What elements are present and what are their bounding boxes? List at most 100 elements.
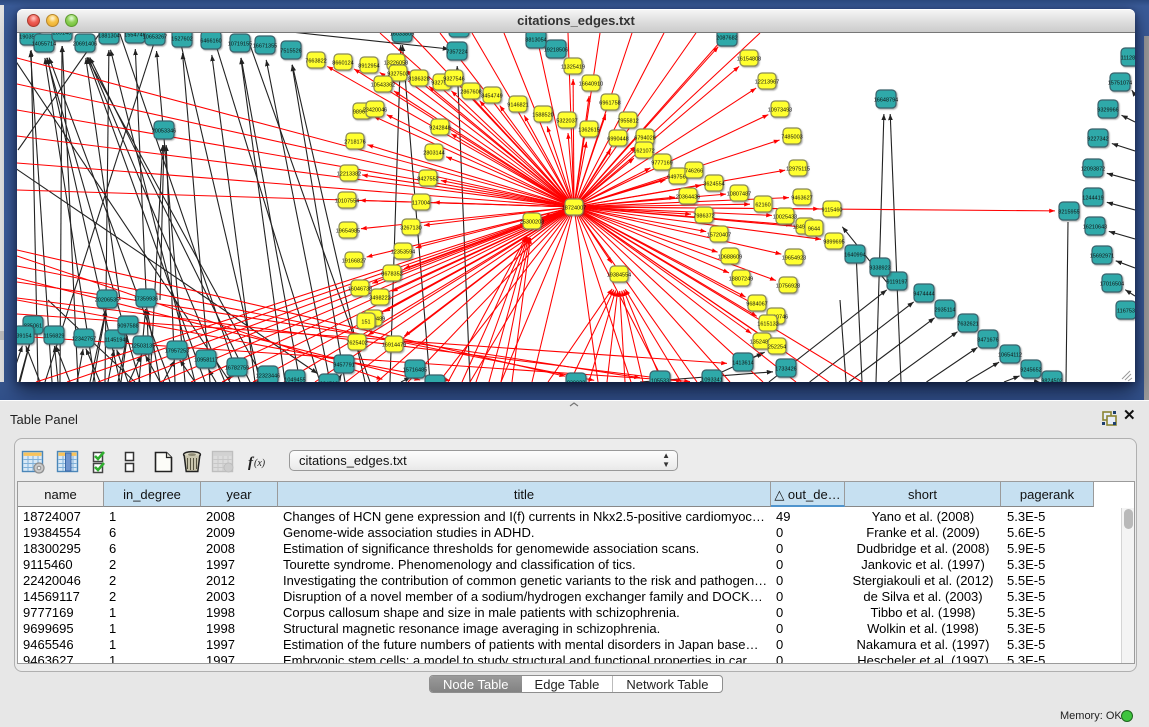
svg-text:1733426: 1733426 <box>775 367 796 373</box>
svg-text:8678352: 8678352 <box>381 272 402 278</box>
svg-text:6466160: 6466160 <box>200 39 221 45</box>
svg-text:12975115: 12975115 <box>786 167 810 173</box>
svg-text:7625402: 7625402 <box>346 341 367 347</box>
svg-text:2718176: 2718176 <box>344 140 365 146</box>
svg-text:1413614: 1413614 <box>732 361 753 367</box>
svg-text:20206535: 20206535 <box>95 298 119 304</box>
svg-text:151: 151 <box>361 320 370 326</box>
svg-text:11325419: 11325419 <box>561 65 585 71</box>
svg-text:9115460: 9115460 <box>821 208 842 214</box>
svg-text:9329966: 9329966 <box>1097 108 1118 114</box>
svg-text:8215955: 8215955 <box>1058 210 1079 216</box>
svg-text:1640994: 1640994 <box>844 253 865 259</box>
svg-text:9684067: 9684067 <box>746 302 767 308</box>
svg-text:7663822: 7663822 <box>305 59 326 65</box>
svg-text:16210643: 16210643 <box>1083 225 1107 231</box>
svg-text:116753: 116753 <box>1117 309 1135 315</box>
svg-text:9227342: 9227342 <box>1087 137 1108 143</box>
svg-text:3498222: 3498222 <box>369 296 390 302</box>
svg-text:10756928: 10756928 <box>776 284 800 290</box>
svg-text:7485003: 7485003 <box>781 135 802 141</box>
svg-text:2803144: 2803144 <box>423 151 444 157</box>
svg-text:12353594: 12353594 <box>391 250 415 256</box>
svg-text:9146821: 9146821 <box>507 103 528 109</box>
svg-text:7515526: 7515526 <box>280 49 301 55</box>
svg-text:6961758: 6961758 <box>599 101 620 107</box>
svg-text:7955812: 7955812 <box>617 119 638 125</box>
svg-text:10688609: 10688609 <box>718 255 742 261</box>
svg-text:12093872: 12093872 <box>1081 167 1105 173</box>
svg-text:16640910: 16640910 <box>579 82 603 88</box>
svg-text:9474444: 9474444 <box>913 292 934 298</box>
svg-text:12213382: 12213382 <box>337 172 361 178</box>
svg-text:9327546: 9327546 <box>443 77 464 83</box>
svg-text:16782759: 16782759 <box>225 366 249 372</box>
svg-text:8186328: 8186328 <box>408 77 429 83</box>
svg-text:10653267: 10653267 <box>143 35 167 41</box>
svg-text:10958117: 10958117 <box>194 358 218 364</box>
svg-text:1362615: 1362615 <box>578 128 599 134</box>
svg-text:3267130: 3267130 <box>400 226 421 232</box>
svg-text:9119197: 9119197 <box>886 280 907 286</box>
svg-text:20691406: 20691406 <box>73 42 97 48</box>
svg-text:17359936: 17359936 <box>134 297 158 303</box>
svg-text:19166827: 19166827 <box>342 259 366 265</box>
svg-text:8427552: 8427552 <box>417 177 438 183</box>
svg-text:39154: 39154 <box>17 334 32 340</box>
svg-text:25300203: 25300203 <box>520 220 544 226</box>
svg-text:9245652: 9245652 <box>1020 368 1041 374</box>
svg-text:12503135: 12503135 <box>131 344 155 350</box>
svg-text:830022: 830022 <box>567 381 585 383</box>
svg-text:1145194: 1145194 <box>104 338 125 344</box>
svg-text:15720407: 15720407 <box>707 233 731 239</box>
svg-text:9777169: 9777169 <box>651 161 672 167</box>
svg-text:9097588: 9097588 <box>117 324 138 330</box>
svg-text:1112845: 1112845 <box>1121 56 1135 62</box>
svg-text:16648794: 16648794 <box>874 98 898 104</box>
svg-text:14055714: 14055714 <box>32 42 56 48</box>
svg-text:9338923: 9338923 <box>869 266 890 272</box>
svg-text:19654923: 19654923 <box>782 256 806 262</box>
svg-text:2087682: 2087682 <box>716 36 737 42</box>
svg-text:12213967: 12213967 <box>755 80 779 86</box>
svg-text:1881304: 1881304 <box>98 34 119 40</box>
svg-text:8471676: 8471676 <box>977 338 998 344</box>
svg-text:(x): (x) <box>254 458 266 469</box>
svg-text:15692971: 15692971 <box>1090 254 1114 260</box>
svg-text:1588520: 1588520 <box>532 113 553 119</box>
svg-text:746266: 746266 <box>685 169 703 175</box>
svg-text:3624554: 3624554 <box>703 182 724 188</box>
svg-text:10107554: 10107554 <box>335 199 359 205</box>
svg-text:10973493: 10973493 <box>768 108 792 114</box>
svg-text:10807487: 10807487 <box>727 192 751 198</box>
svg-text:16671355: 16671355 <box>253 44 277 50</box>
svg-text:1244419: 1244419 <box>1082 196 1103 202</box>
svg-text:10719155: 10719155 <box>228 42 252 48</box>
svg-text:23420046: 23420046 <box>363 108 387 114</box>
svg-text:9457791: 9457791 <box>333 363 354 369</box>
svg-text:7632621: 7632621 <box>957 322 978 328</box>
svg-text:18807249: 18807249 <box>729 277 753 283</box>
svg-text:9899695: 9899695 <box>823 240 844 246</box>
svg-text:9242848: 9242848 <box>429 126 450 132</box>
svg-text:117004: 117004 <box>412 201 430 207</box>
svg-text:20364436: 20364436 <box>676 195 700 201</box>
svg-text:7357224: 7357224 <box>446 50 467 56</box>
svg-text:19384554: 19384554 <box>607 273 631 279</box>
svg-text:10543362: 10543362 <box>371 83 395 89</box>
svg-text:2867608: 2867608 <box>460 90 481 96</box>
svg-text:105533: 105533 <box>651 379 669 383</box>
svg-text:6990448: 6990448 <box>607 137 628 143</box>
svg-text:16046738: 16046738 <box>348 287 372 293</box>
svg-text:1156829: 1156829 <box>43 334 64 340</box>
svg-text:8912954: 8912954 <box>358 64 379 70</box>
svg-text:19654985: 19654985 <box>336 229 360 235</box>
svg-text:15751074: 15751074 <box>1108 81 1132 87</box>
svg-text:2935114: 2935114 <box>934 308 955 314</box>
svg-text:20053346: 20053346 <box>152 129 176 135</box>
svg-text:15716485: 15716485 <box>403 368 427 374</box>
svg-text:9644: 9644 <box>808 227 820 233</box>
svg-text:1093341: 1093341 <box>701 378 722 383</box>
svg-text:16914479: 16914479 <box>382 343 406 349</box>
svg-text:10654112: 10654112 <box>998 353 1022 359</box>
